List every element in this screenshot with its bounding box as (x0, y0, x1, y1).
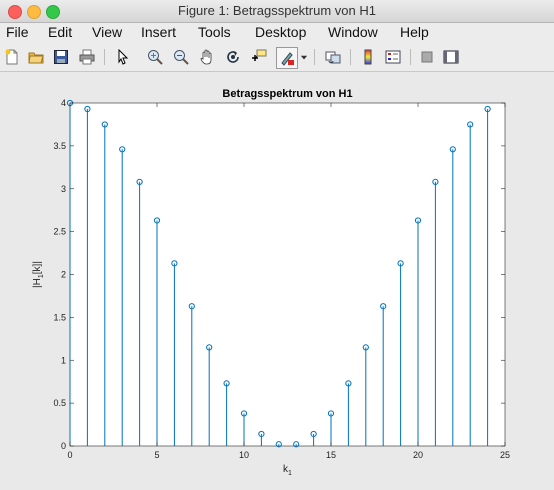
y-tick-label: 4 (61, 98, 66, 108)
menu-insert[interactable]: Insert (141, 24, 176, 40)
figure-canvas[interactable]: 0 5 10 15 20 25 0 0.5 1 1.5 2 2.5 3 3.5 4 Betragsspekt… (0, 72, 554, 490)
stem-plot[interactable]: 0 5 10 15 20 25 0 0.5 1 1.5 2 2.5 3 3.5 4 Betragsspekt… (0, 72, 554, 490)
legend-icon[interactable] (384, 48, 402, 66)
window-title: Figure 1: Betragsspektrum von H1 (178, 3, 376, 18)
menu-tools[interactable]: Tools (198, 24, 231, 40)
figure-window: Figure 1: Betragsspektrum von H1 File Ed… (0, 0, 554, 490)
axes-background (69, 102, 506, 447)
rotate-3d-icon[interactable] (224, 48, 242, 66)
toolbar (0, 43, 554, 72)
title-bar[interactable]: Figure 1: Betragsspektrum von H1 (0, 0, 554, 23)
y-tick-label: 3 (61, 184, 66, 194)
zoom-out-icon[interactable] (172, 48, 190, 66)
print-icon[interactable] (78, 48, 96, 66)
y-tick-label: 1.5 (53, 312, 66, 322)
x-tick-label: 10 (239, 450, 249, 460)
y-tick-label: 3.5 (53, 141, 66, 151)
plot-title: Betragsspektrum von H1 (222, 88, 352, 100)
pan-icon[interactable] (198, 48, 216, 66)
new-figure-icon[interactable] (3, 48, 21, 66)
colorbar-icon[interactable] (359, 48, 377, 66)
brush-icon[interactable] (276, 47, 298, 69)
y-tick-label: 0 (61, 441, 66, 451)
y-axis-label: |H1[k]| (32, 261, 45, 288)
data-cursor-icon[interactable] (250, 48, 268, 66)
menu-bar: File Edit View Insert Tools Desktop Wind… (0, 23, 554, 43)
x-tick-label: 25 (500, 450, 510, 460)
dropdown-arrow-icon[interactable] (299, 48, 309, 66)
link-plot-icon[interactable] (324, 48, 342, 66)
y-tick-label: 2.5 (53, 227, 66, 237)
y-tick-label: 2 (61, 270, 66, 280)
x-tick-label: 5 (154, 450, 159, 460)
edit-plot-icon[interactable] (114, 48, 132, 66)
open-file-icon[interactable] (27, 48, 45, 66)
x-tick-label: 15 (326, 450, 336, 460)
menu-view[interactable]: View (92, 24, 122, 40)
menu-desktop[interactable]: Desktop (255, 24, 306, 40)
menu-file[interactable]: File (6, 24, 29, 40)
y-tick-label: 0.5 (53, 398, 66, 408)
menu-help[interactable]: Help (400, 24, 429, 40)
zoom-in-icon[interactable] (146, 48, 164, 66)
menu-window[interactable]: Window (328, 24, 378, 40)
menu-edit[interactable]: Edit (48, 24, 72, 40)
y-tick-label: 1 (61, 355, 66, 365)
save-icon[interactable] (52, 48, 70, 66)
x-tick-label: 0 (67, 450, 72, 460)
hide-plot-tools-icon[interactable] (418, 48, 436, 66)
x-axis-label: k1 (283, 464, 292, 477)
show-plot-tools-icon[interactable] (442, 48, 460, 66)
x-tick-label: 20 (413, 450, 423, 460)
